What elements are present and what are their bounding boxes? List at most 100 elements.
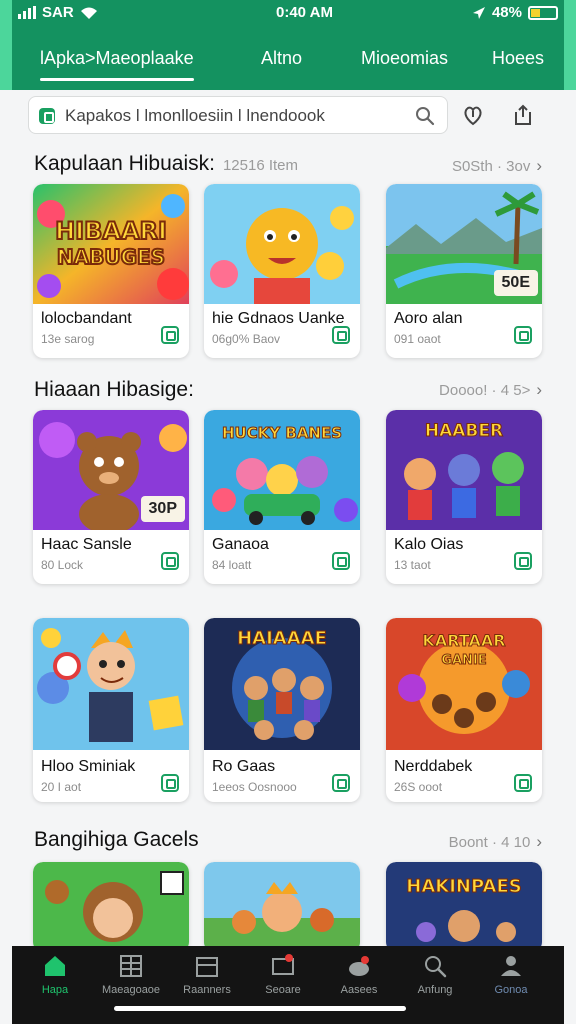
nav-raanners-label: Raanners — [183, 984, 231, 996]
install-button[interactable] — [514, 774, 532, 792]
tv-icon — [272, 954, 294, 975]
section-4-more-text: Boont · 4 10 — [448, 834, 531, 851]
nav-anfung-label: Anfung — [417, 984, 453, 996]
section-2-title-text: Hiaaan Hibasige: — [34, 378, 194, 401]
game-thumbnail-art — [204, 184, 360, 304]
game-thumbnail-art: HIBAARI NABUGES — [33, 184, 189, 304]
home-icon — [45, 956, 65, 976]
game-card[interactable]: 30P Haac Sansle 80 Lock — [33, 410, 189, 584]
install-button[interactable] — [332, 552, 350, 570]
nav-gonoa[interactable]: Gonoa — [476, 954, 546, 996]
install-button[interactable] — [332, 774, 350, 792]
game-name: Aoro alan — [394, 310, 463, 327]
price-badge: 30P — [140, 496, 185, 522]
chevron-right-icon: › — [536, 380, 542, 399]
install-button[interactable] — [161, 552, 179, 570]
art-title: HAIAAAE — [237, 628, 327, 649]
game-thumbnail-art: HAABER — [386, 410, 542, 530]
home-indicator[interactable] — [114, 1006, 406, 1011]
nav-raanners[interactable]: Raanners — [172, 954, 242, 996]
section-1-meta: 12516 Item — [222, 157, 299, 174]
game-card[interactable]: 50E Aoro alan 091 oaot — [386, 184, 542, 358]
search-input[interactable] — [65, 105, 405, 127]
status-left: SAR — [18, 4, 98, 21]
store-logo-icon — [39, 108, 55, 124]
game-card[interactable]: Hloo Sminiak 20 I aot — [33, 618, 189, 802]
game-thumbnail: HAABER — [386, 410, 542, 530]
game-thumbnail — [204, 184, 360, 304]
status-right: 48% — [472, 4, 558, 21]
game-name: Kalo Oias — [394, 536, 464, 553]
search-icon — [425, 956, 447, 978]
nav-gonoa-label: Gonoa — [494, 984, 528, 996]
game-meta: 80 Lock — [41, 558, 84, 572]
game-thumbnail: HAKINPAES — [386, 862, 542, 952]
game-thumbnail — [33, 618, 189, 750]
art-title-line-1: HIBAARI — [55, 217, 167, 245]
game-name: lolocbandant — [41, 310, 132, 327]
game-card[interactable]: KARTAAR GANIE Nerddabek 26S ooot — [386, 618, 542, 802]
install-button[interactable] — [514, 552, 532, 570]
section-2-more[interactable]: Doooo! · 4 5> › — [439, 380, 542, 400]
section-1-more[interactable]: S0Sth · 3ov › — [452, 156, 542, 176]
game-card[interactable]: HAKINPAES — [386, 862, 542, 952]
nav-anfung[interactable]: Anfung — [400, 954, 470, 996]
game-meta: 13e sarog — [41, 332, 95, 346]
tab-altno[interactable]: Altno — [261, 48, 302, 69]
chevron-right-icon: › — [536, 832, 542, 851]
game-meta: 091 oaot — [394, 332, 441, 346]
section-4-more[interactable]: Boont · 4 10 › — [449, 832, 542, 852]
game-card[interactable] — [204, 862, 360, 952]
install-button[interactable] — [161, 326, 179, 344]
section-2-more-text: Doooo! · 4 5> — [439, 382, 531, 399]
game-card[interactable]: HAABER Kalo Oias 13 taot — [386, 410, 542, 584]
nav-home[interactable]: Hapa — [20, 954, 90, 996]
grid-icon — [120, 955, 142, 977]
section-1-title-text: Kapulaan Hibuaisk: — [34, 152, 215, 175]
search-icon[interactable] — [415, 106, 435, 126]
game-thumbnail — [33, 862, 189, 952]
game-thumbnail-art — [33, 862, 189, 952]
status-time: 0:40 AM — [276, 4, 333, 21]
nav-seoare[interactable]: Seoare — [248, 954, 318, 996]
game-card[interactable]: HAIAAAE Ro Gaas 1eeos Oosnooo — [204, 618, 360, 802]
game-thumbnail: KARTAAR GANIE — [386, 618, 542, 750]
game-meta: 06g0% Baov — [212, 332, 281, 346]
status-bar: SAR 0:40 AM 48% — [18, 4, 558, 26]
share-icon[interactable] — [510, 102, 536, 128]
game-thumbnail-art — [204, 862, 360, 952]
game-name: hie Gdnaos Uanke — [212, 310, 345, 327]
signal-icon — [18, 6, 36, 19]
art-title-line-2: NABUGES — [57, 245, 165, 269]
favorite-icon[interactable] — [460, 102, 486, 128]
location-icon — [472, 6, 485, 19]
game-thumbnail-art — [33, 618, 189, 750]
game-card[interactable]: hie Gdnaos Uanke 06g0% Baov — [204, 184, 360, 358]
install-button[interactable] — [161, 774, 179, 792]
game-thumbnail-art: KARTAAR GANIE — [386, 618, 542, 750]
game-card[interactable]: HIBAARI NABUGES lolocbandant 13e sarog — [33, 184, 189, 358]
game-meta: 26S ooot — [394, 780, 443, 794]
calendar-icon — [196, 957, 218, 977]
section-title-2: Hiaaan Hibasige: — [34, 378, 194, 402]
nav-marketplace[interactable]: Maeagoaoe — [96, 954, 166, 996]
tab-mioeomias[interactable]: Mioeomias — [361, 48, 448, 69]
game-meta: 1eeos Oosnooo — [212, 780, 297, 794]
wifi-icon — [80, 7, 97, 19]
game-name: Haac Sansle — [41, 536, 132, 553]
game-meta: 84 loatt — [212, 558, 252, 572]
game-card[interactable] — [33, 862, 189, 952]
install-button[interactable] — [332, 326, 350, 344]
nav-seoare-label: Seoare — [265, 984, 301, 996]
price-badge: 50E — [493, 270, 538, 296]
section-4-title-text: Bangihiga Gacels — [34, 828, 199, 851]
nav-aasees-label: Aasees — [340, 984, 378, 996]
tab-hoees[interactable]: Hoees — [492, 48, 544, 69]
game-thumbnail: HAIAAAE — [204, 618, 360, 750]
nav-aasees[interactable]: Aasees — [324, 954, 394, 996]
game-thumbnail: 30P — [33, 410, 189, 530]
install-button[interactable] — [514, 326, 532, 344]
game-card[interactable]: HUCKY BANES Ganaoa 84 loatt — [204, 410, 360, 584]
tab-marketplace[interactable]: lApka>Maeoplaake — [40, 48, 194, 81]
nav-home-label: Hapa — [41, 984, 69, 996]
